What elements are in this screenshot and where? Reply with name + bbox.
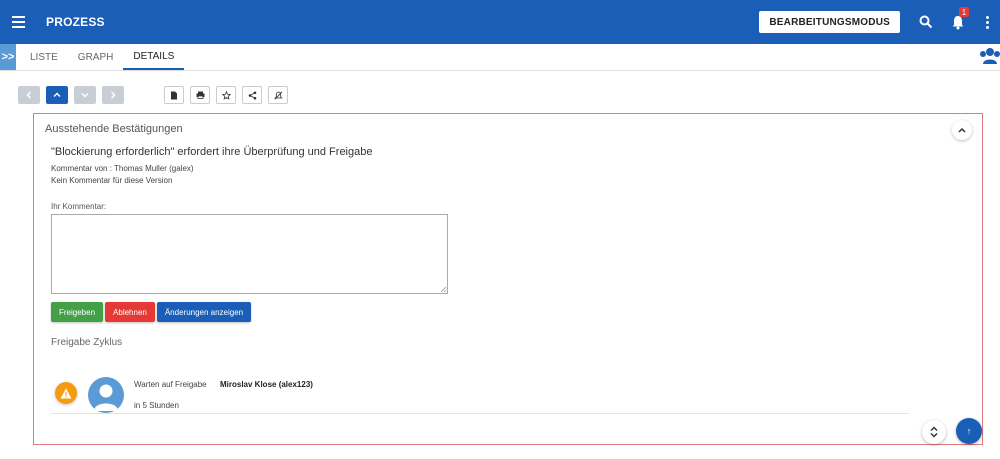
record-toolbar <box>18 86 294 104</box>
edit-mode-button[interactable]: BEARBEITUNGSMODUS <box>759 11 900 33</box>
notification-badge: 1 <box>959 7 969 17</box>
review-request-text: "Blockierung erforderlich" erfordert ihr… <box>51 146 373 158</box>
approval-cycle-title: Freigabe Zyklus <box>51 337 123 348</box>
unsubscribe-icon[interactable] <box>268 86 288 104</box>
approval-cycle-row: Warten auf Freigabe Miroslav Klose (alex… <box>51 374 909 414</box>
tabs-bar: >> LISTE GRAPH DETAILS <box>0 44 1000 71</box>
menu-icon[interactable] <box>0 16 36 28</box>
expand-sidebar-button[interactable]: >> <box>0 44 16 70</box>
show-changes-button[interactable]: Änderungen anzeigen <box>156 302 252 322</box>
no-comment-text: Kein Kommentar für diese Version <box>51 176 173 185</box>
cycle-time: in 5 Stunden <box>134 401 179 410</box>
cycle-status: Warten auf Freigabe <box>134 380 207 389</box>
chevron-left-icon[interactable] <box>18 86 40 104</box>
print-icon[interactable] <box>190 86 210 104</box>
file-icon[interactable] <box>164 86 184 104</box>
tab-details[interactable]: DETAILS <box>123 44 185 70</box>
collapse-button[interactable] <box>952 120 972 140</box>
warning-icon <box>55 382 77 404</box>
approval-actions: Freigeben Ablehnen Änderungen anzeigen <box>51 302 253 322</box>
comment-author: Kommentar von : Thomas Muller (galex) <box>51 164 194 173</box>
chevron-up-icon[interactable] <box>46 86 68 104</box>
people-icon[interactable] <box>980 44 1000 71</box>
bell-icon[interactable]: 1 <box>942 0 974 44</box>
search-icon[interactable] <box>910 0 942 44</box>
top-right-actions: BEARBEITUNGSMODUS 1 <box>759 0 1000 44</box>
tab-liste[interactable]: LISTE <box>20 44 68 70</box>
cycle-user: Miroslav Klose (alex123) <box>220 380 313 389</box>
approve-button[interactable]: Freigeben <box>51 302 104 322</box>
avatar <box>88 377 124 413</box>
panel-title: Ausstehende Bestätigungen <box>45 123 183 135</box>
comment-textarea[interactable] <box>51 214 448 294</box>
chevron-right-icon[interactable] <box>102 86 124 104</box>
sort-icon[interactable] <box>922 420 946 444</box>
scroll-top-button[interactable]: ↑ <box>956 418 982 444</box>
share-icon[interactable] <box>242 86 262 104</box>
resize-grip-icon[interactable] <box>439 285 447 293</box>
app-title: PROZESS <box>46 15 105 29</box>
pending-approvals-panel: Ausstehende Bestätigungen "Blockierung e… <box>33 113 983 445</box>
chevron-down-icon[interactable] <box>74 86 96 104</box>
chevron-up-icon <box>958 127 966 133</box>
star-icon[interactable] <box>216 86 236 104</box>
reject-button[interactable]: Ablehnen <box>105 302 155 322</box>
tab-graph[interactable]: GRAPH <box>68 44 124 70</box>
top-app-bar: PROZESS BEARBEITUNGSMODUS 1 <box>0 0 1000 44</box>
comment-label: Ihr Kommentar: <box>51 202 107 211</box>
more-vert-icon[interactable] <box>974 15 1000 29</box>
